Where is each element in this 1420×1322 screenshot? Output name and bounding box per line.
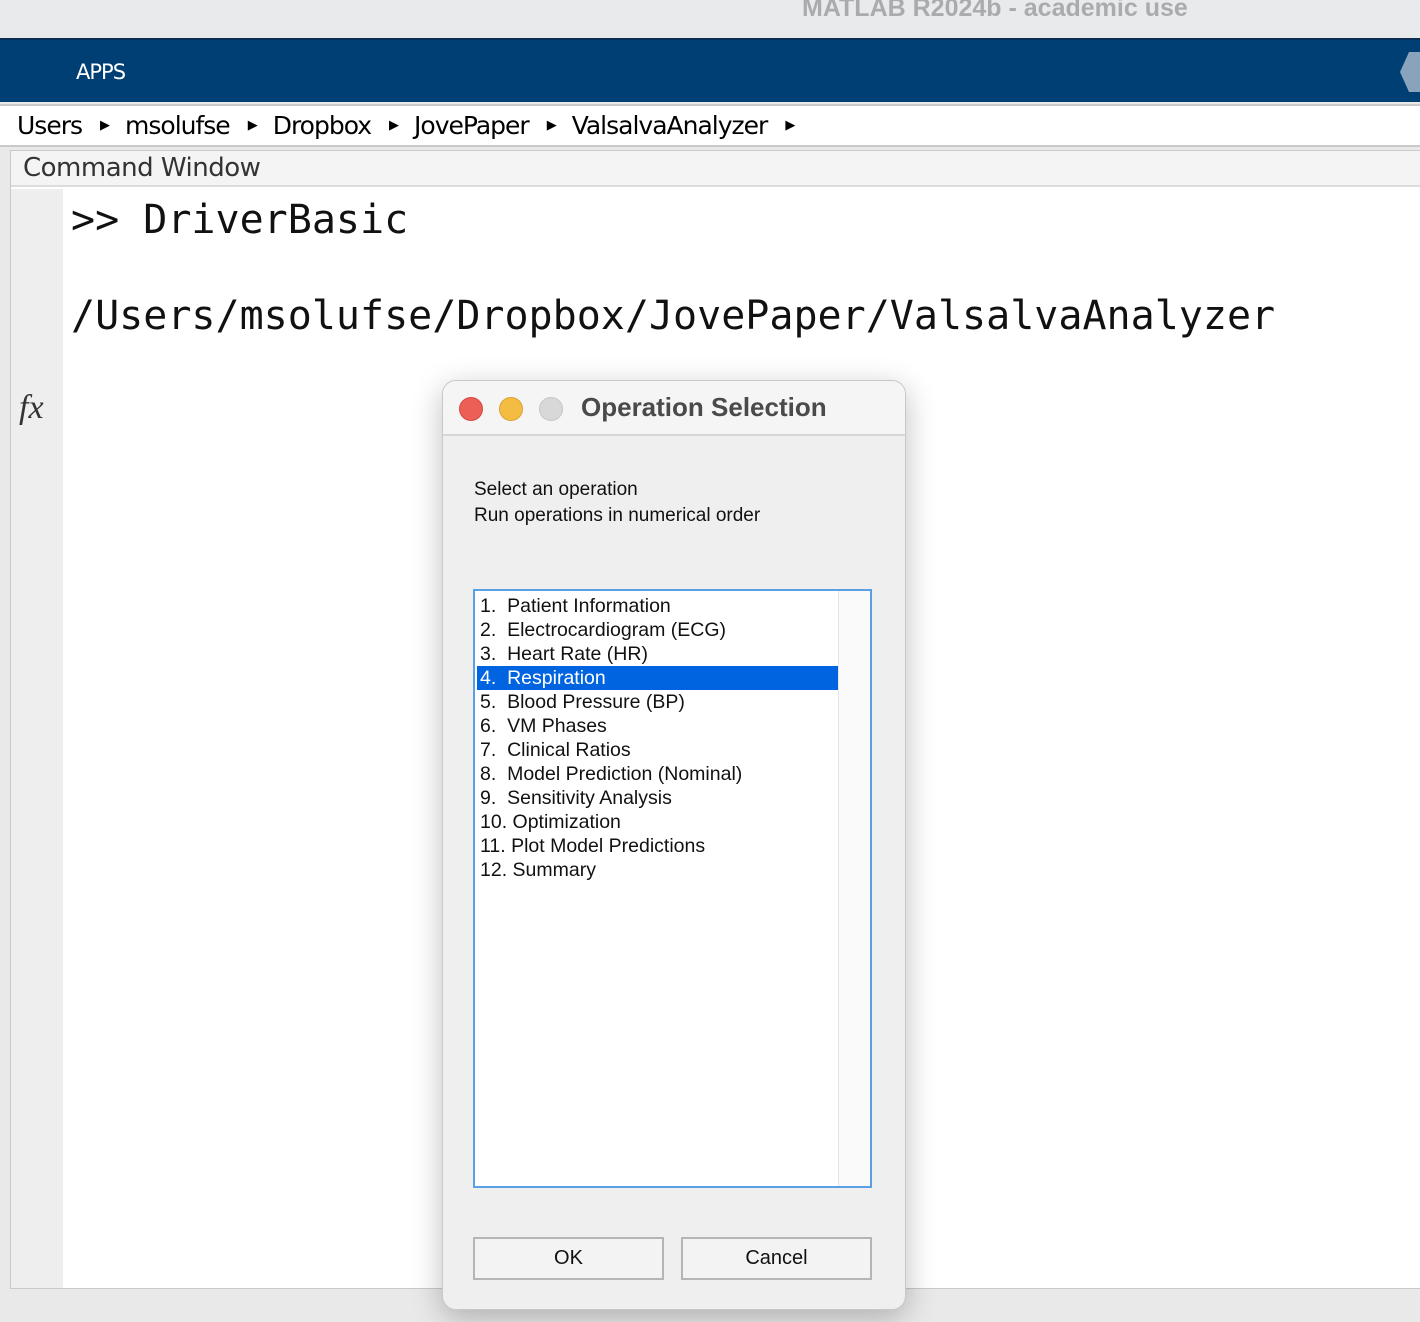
scrollbar-track[interactable] — [838, 591, 870, 1186]
list-item[interactable]: 5. Blood Pressure (BP) — [477, 690, 838, 714]
minimize-icon[interactable] — [499, 397, 523, 421]
dialog-title: Operation Selection — [581, 392, 827, 422]
operation-listbox[interactable]: 1. Patient Information 2. Electrocardiogr… — [473, 589, 872, 1188]
zoom-icon — [539, 397, 563, 421]
list-item[interactable]: 2. Electrocardiogram (ECG) — [477, 618, 838, 642]
list-item[interactable]: 7. Clinical Ratios — [477, 738, 838, 762]
list-item[interactable]: 8. Model Prediction (Nominal) — [477, 762, 838, 786]
prompt-line: Run operations in numerical order — [474, 505, 761, 526]
list-item[interactable]: 4. Respiration — [477, 666, 838, 690]
close-icon[interactable] — [459, 397, 483, 421]
breadcrumb-item[interactable]: ValsalvaAnalyzer — [572, 111, 769, 140]
list-item[interactable]: 6. VM Phases — [477, 714, 838, 738]
breadcrumb-arrow-icon[interactable]: ▶ — [100, 118, 110, 133]
list-item[interactable]: 12. Summary — [477, 858, 838, 882]
tab-apps[interactable]: APPS — [76, 60, 126, 84]
cancel-button[interactable]: Cancel — [681, 1237, 872, 1280]
window-title: MATLAB R2024b - academic use — [802, 0, 1188, 22]
collapse-toolstrip-tab[interactable] — [1400, 52, 1420, 92]
breadcrumb-arrow-icon[interactable]: ▶ — [547, 118, 557, 133]
list-item[interactable]: 1. Patient Information — [477, 594, 838, 618]
list-item[interactable]: 9. Sensitivity Analysis — [477, 786, 838, 810]
dialog-title-bar: Operation Selection — [443, 381, 905, 436]
breadcrumb-item[interactable]: msolufse — [125, 111, 231, 140]
breadcrumb-arrow-icon[interactable]: ▶ — [785, 118, 795, 133]
fx-function-browser-icon[interactable]: fx — [19, 389, 44, 427]
breadcrumb-item[interactable]: Users — [17, 111, 83, 140]
operation-selection-dialog: Operation Selection Select an operation … — [442, 380, 906, 1310]
command-window-title: Command Window — [11, 151, 1420, 187]
list-item[interactable]: 3. Heart Rate (HR) — [477, 642, 838, 666]
breadcrumb-item[interactable]: JovePaper — [414, 111, 530, 140]
title-bar: MATLAB R2024b - academic use — [0, 0, 1420, 38]
toolstrip: APPS — [0, 38, 1420, 102]
list-item[interactable]: 10. Optimization — [477, 810, 838, 834]
breadcrumb-item[interactable]: Dropbox — [273, 111, 372, 140]
dialog-prompt: Select an operation Run operations in nu… — [474, 477, 760, 529]
list-item[interactable]: 11. Plot Model Predictions — [477, 834, 838, 858]
breadcrumb-arrow-icon[interactable]: ▶ — [248, 118, 258, 133]
command-gutter: fx — [11, 189, 63, 1288]
command-output: /Users/msolufse/Dropbox/JovePaper/Valsal… — [71, 293, 1276, 339]
breadcrumb: Users ▶ msolufse ▶ Dropbox ▶ JovePaper ▶ Valsalv… — [0, 104, 1420, 147]
command-line[interactable]: >> DriverBasic — [71, 197, 408, 243]
ok-button[interactable]: OK — [473, 1237, 664, 1280]
breadcrumb-arrow-icon[interactable]: ▶ — [389, 118, 399, 133]
prompt-line: Select an operation — [474, 479, 638, 500]
